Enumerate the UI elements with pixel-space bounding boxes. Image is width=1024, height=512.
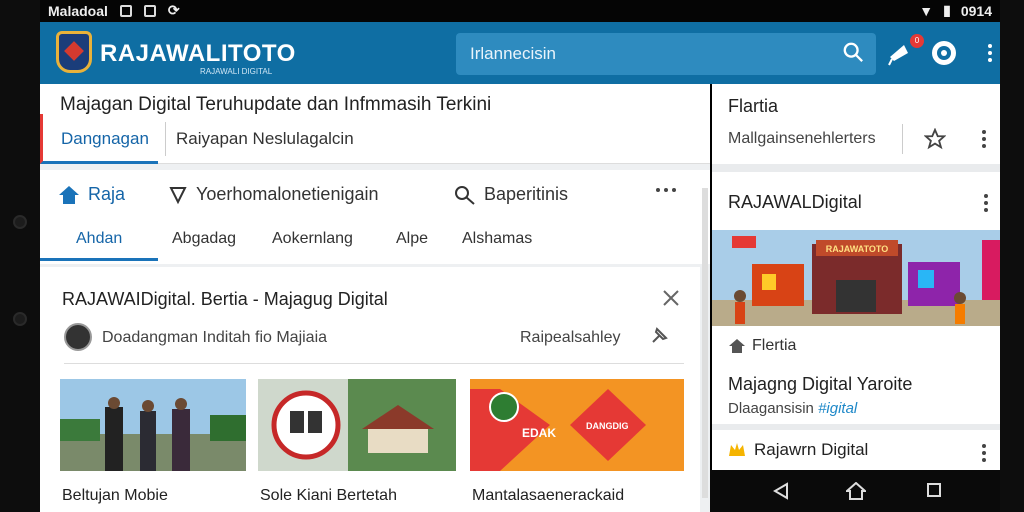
nav-item-label: Yoerhomalonetienigain [196, 184, 379, 204]
tab-secondary[interactable]: Raiyapan Neslulagalcin [176, 129, 354, 149]
subtab[interactable]: Aokernlang [272, 230, 353, 248]
subtab[interactable]: Alpe [396, 230, 428, 248]
thumbnail-label: EDAK [522, 426, 556, 440]
side-card-title[interactable]: RAJAWALDigital [728, 192, 862, 213]
notification-icon [119, 4, 132, 17]
nav-item-label: Baperitinis [484, 184, 569, 204]
side-panel: Flartia Mallgainsenehlerters RAJAWALDigi… [712, 84, 1000, 512]
hashtag-link[interactable]: #igital [818, 400, 857, 417]
battery-icon: ▮ [943, 2, 951, 18]
page-title: Majagan Digital Teruhupdate dan Infmmasi… [60, 94, 492, 115]
app-bar: RAJAWALITOTO RAJAWALI DIGITAL Irlannecis… [40, 22, 1000, 84]
notification-badge: 0 [910, 34, 924, 48]
news-card-source: Doadangman Inditah fio Majiaia [102, 329, 328, 346]
thumbnail-label: DANGDIG [586, 421, 629, 431]
subtab-bar: Ahdan Abgadag Aokernlang Alpe Alshamas [40, 222, 710, 264]
pin-icon [169, 186, 187, 204]
sync-icon: ⟳ [167, 2, 180, 18]
nav-item-trending[interactable]: Yoerhomalonetienigain [168, 184, 378, 205]
side-card-subtitle-text: Dlaagansisin [728, 400, 819, 417]
divider [64, 363, 684, 364]
news-card-author: Raipealsahley [520, 329, 621, 346]
thumbnail-image[interactable] [258, 379, 456, 471]
device-bezel-right [1000, 0, 1024, 512]
tab-divider [165, 122, 166, 156]
search-bar[interactable]: Irlannecisin [456, 33, 876, 75]
brand-title[interactable]: RAJAWALITOTO [100, 40, 296, 68]
side-card-headline[interactable]: Majagng Digital Yaroite [728, 374, 912, 395]
system-nav-bar [710, 470, 1000, 512]
side-header-subtitle[interactable]: Mallgainsenehlerters [728, 130, 876, 148]
subtab[interactable]: Alshamas [462, 230, 532, 248]
close-icon[interactable] [662, 289, 680, 307]
more-menu-icon[interactable] [982, 130, 986, 148]
scrollbar[interactable] [702, 188, 708, 498]
gallery-icon [143, 4, 156, 17]
side-footer-item[interactable]: Rajawrn Digital [712, 430, 1000, 470]
search-icon[interactable] [842, 41, 864, 63]
brand-subtitle: RAJAWALI DIGITAL [200, 67, 273, 76]
nav-item-label: Raja [88, 184, 126, 204]
crown-icon [729, 443, 745, 456]
thumbnail-caption[interactable]: Sole Kiani Bertetah [260, 487, 397, 505]
status-carrier: Maladoal [48, 2, 108, 19]
news-card: RAJAWAIDigital. Bertia - Majagug Digital… [40, 267, 700, 512]
side-footer-label: Rajawrn Digital [754, 440, 869, 459]
side-header-title: Flartia [728, 96, 779, 116]
recents-icon[interactable] [926, 482, 942, 498]
nav-item-search[interactable]: Baperitinis [454, 184, 568, 205]
side-card-image[interactable]: RAJAWATOTO [712, 230, 1000, 326]
main-content: Majagan Digital Teruhupdate dan Infmmasi… [40, 84, 710, 512]
status-bar: Maladoal ⟳ ▼ ▮ 0914 [40, 0, 1000, 22]
side-card-category: Flertia [752, 337, 797, 354]
divider [902, 124, 903, 154]
side-card-subtitle: Dlaagansisin #igital [728, 400, 857, 417]
back-icon[interactable] [772, 482, 790, 500]
wifi-icon: ▼ [919, 2, 934, 19]
subtab-active[interactable]: Ahdan [40, 230, 159, 261]
home-icon [59, 185, 79, 204]
nav-more-icon[interactable] [656, 188, 676, 192]
page-header: Majagan Digital Teruhupdate dan Infmmasi… [40, 84, 710, 164]
nav-item-home[interactable]: Raja [58, 184, 125, 205]
home-icon[interactable] [846, 482, 866, 500]
search-icon [455, 185, 475, 205]
profile-icon[interactable] [930, 39, 958, 67]
star-icon[interactable] [924, 128, 946, 150]
building-sign: RAJAWATOTO [826, 244, 889, 254]
category-nav: Raja Yoerhomalonetienigain Baperitinis A… [40, 170, 710, 264]
more-menu-icon[interactable] [984, 194, 988, 212]
thumbnail-caption[interactable]: Beltujan Mobie [62, 487, 168, 505]
search-input[interactable]: Irlannecisin [470, 44, 556, 64]
bezel-sensor [13, 312, 27, 326]
thumbnail-image[interactable]: EDAK DANGDIG [470, 379, 684, 471]
news-card-title[interactable]: RAJAWAIDigital. Bertia - Majagug Digital [62, 289, 388, 310]
more-menu-icon[interactable] [976, 39, 1004, 67]
avatar[interactable] [64, 323, 92, 351]
side-header: Flartia Mallgainsenehlerters [712, 84, 1000, 164]
thumbnail-caption[interactable]: Mantalasaenerackaid [472, 487, 624, 505]
brand-logo[interactable] [56, 31, 92, 73]
tab-active[interactable]: Dangnagan [40, 114, 158, 164]
pin-icon[interactable] [650, 325, 670, 345]
status-clock: 0914 [960, 2, 992, 19]
more-menu-icon[interactable] [982, 444, 986, 462]
subtab[interactable]: Abgadag [172, 230, 236, 248]
bezel-sensor [13, 215, 27, 229]
side-card: RAJAWALDigital RAJAWATOTO Flertia Majagn… [712, 172, 1000, 424]
thumbnail-image[interactable] [60, 379, 246, 471]
home-icon [729, 339, 745, 353]
device-bezel-left [0, 0, 40, 512]
